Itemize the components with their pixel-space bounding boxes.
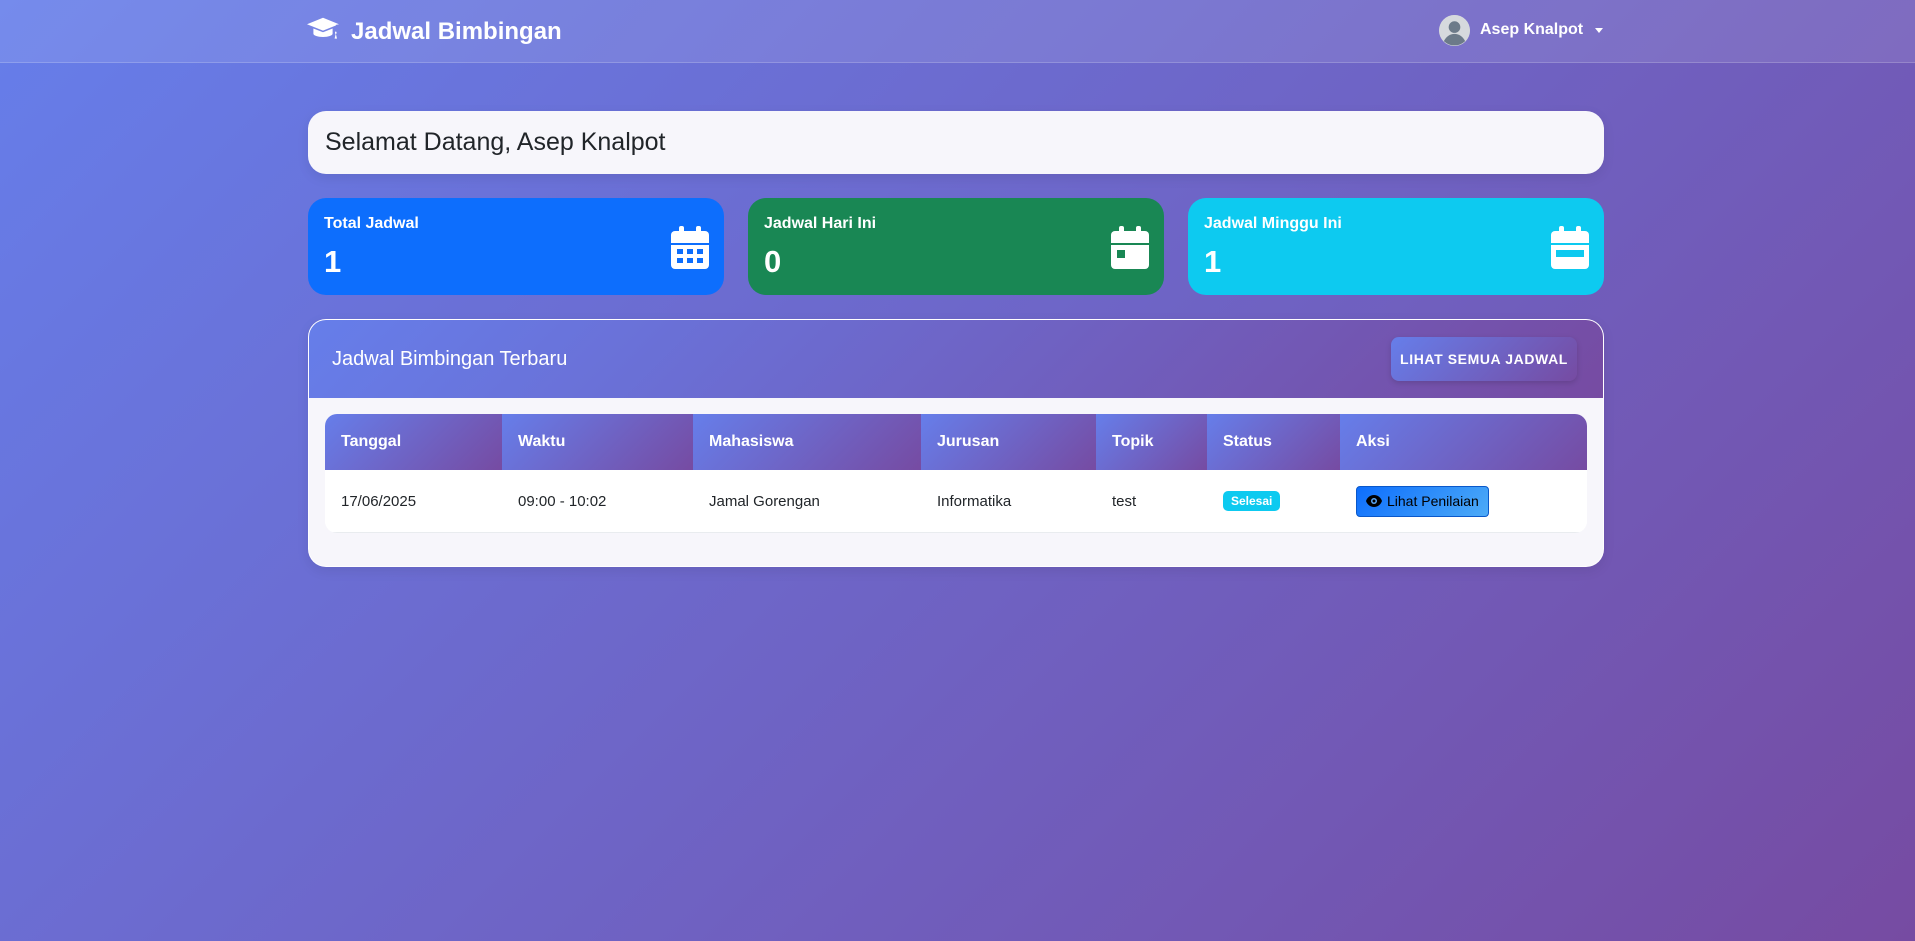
column-header-tanggal: Tanggal: [325, 414, 502, 470]
column-header-aksi: Aksi: [1340, 414, 1587, 470]
calendar-day-icon: [1111, 226, 1149, 269]
stat-label: Jadwal Hari Ini: [764, 215, 877, 232]
cell-tanggal: 17/06/2025: [325, 470, 502, 533]
calendar-week-icon: [1551, 226, 1589, 269]
welcome-banner: Selamat Datang, Asep Knalpot: [308, 111, 1604, 174]
cell-waktu: 09:00 - 10:02: [502, 470, 693, 533]
view-assessment-label: Lihat Penilaian: [1387, 493, 1479, 509]
cell-status: Selesai: [1207, 470, 1340, 533]
column-header-waktu: Waktu: [502, 414, 693, 470]
recent-schedule-title: Jadwal Bimbingan Terbaru: [332, 348, 568, 370]
user-dropdown[interactable]: Asep Knalpot: [1439, 14, 1604, 46]
table-row: 17/06/2025 09:00 - 10:02 Jamal Gorengan …: [325, 470, 1587, 533]
cell-topik: test: [1096, 470, 1207, 533]
view-assessment-button[interactable]: Lihat Penilaian: [1356, 485, 1489, 517]
stat-value: 0: [764, 244, 782, 279]
eye-icon: [1366, 495, 1382, 507]
brand-title: Jadwal Bimbingan: [351, 18, 562, 45]
status-badge: Selesai: [1223, 491, 1281, 511]
stat-value: 1: [1204, 244, 1222, 279]
cell-mahasiswa: Jamal Gorengan: [693, 470, 921, 533]
stat-label: Jadwal Minggu Ini: [1204, 215, 1342, 232]
welcome-text: Selamat Datang, Asep Knalpot: [325, 128, 666, 156]
column-header-mahasiswa: Mahasiswa: [693, 414, 921, 470]
recent-schedule-card: Jadwal Bimbingan Terbaru LIHAT SEMUA JAD…: [308, 319, 1604, 567]
column-header-status: Status: [1207, 414, 1340, 470]
table-header-row: Tanggal Waktu Mahasiswa Jurusan Topik St…: [325, 414, 1587, 470]
view-all-schedules-button[interactable]: LIHAT SEMUA JADWAL: [1391, 337, 1577, 381]
calendar-days-icon: [671, 226, 709, 269]
column-header-jurusan: Jurusan: [921, 414, 1096, 470]
user-avatar-icon: [1439, 14, 1470, 46]
stat-value: 1: [324, 244, 342, 279]
stat-card-week: Jadwal Minggu Ini 1: [1188, 198, 1604, 295]
column-header-topik: Topik: [1096, 414, 1207, 470]
stat-card-total: Total Jadwal 1: [308, 198, 724, 295]
navbar: Jadwal Bimbingan Asep Knalpot: [0, 0, 1915, 63]
stat-card-today: Jadwal Hari Ini 0: [748, 198, 1164, 295]
graduation-cap-icon: [307, 16, 339, 49]
recent-schedule-header: Jadwal Bimbingan Terbaru LIHAT SEMUA JAD…: [309, 320, 1603, 398]
chevron-down-icon: [1595, 27, 1604, 33]
schedule-table: Tanggal Waktu Mahasiswa Jurusan Topik St…: [325, 414, 1587, 533]
cell-aksi: Lihat Penilaian: [1340, 470, 1587, 533]
stat-label: Total Jadwal: [324, 215, 419, 232]
user-name: Asep Knalpot: [1480, 21, 1584, 38]
cell-jurusan: Informatika: [921, 470, 1096, 533]
navbar-brand[interactable]: Jadwal Bimbingan: [307, 17, 562, 47]
